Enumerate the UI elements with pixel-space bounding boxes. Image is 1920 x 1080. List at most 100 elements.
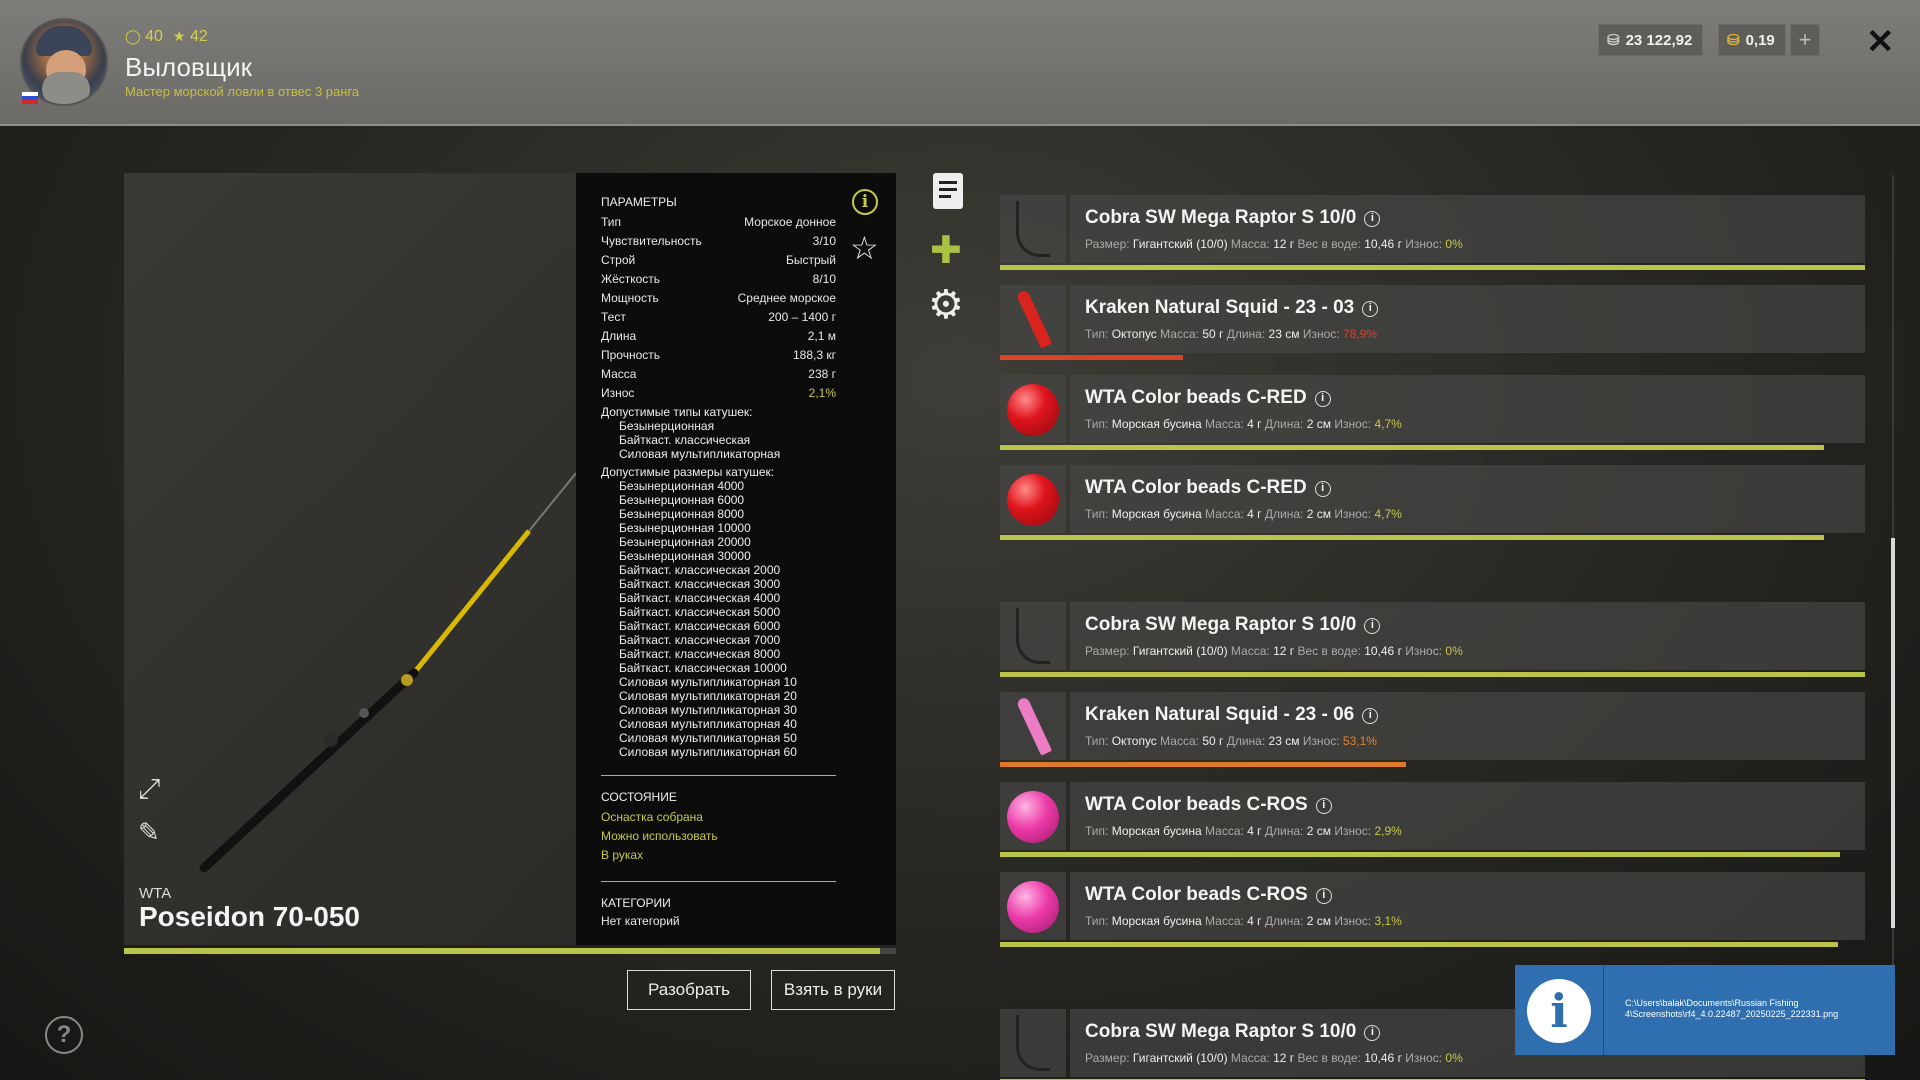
gold-value: 0,19	[1745, 31, 1775, 49]
gear-icon[interactable]: ⚙	[928, 282, 964, 328]
add-currency-button[interactable]: +	[1790, 24, 1820, 56]
meta-label: Масса:	[1205, 507, 1244, 521]
tackle-item[interactable]: Kraken Natural Squid - 23 - 06 i Тип: Окто…	[1000, 692, 1865, 767]
meta-value: Морская бусина	[1111, 824, 1202, 838]
tackle-name-text: Kraken Natural Squid - 23 - 03	[1085, 297, 1355, 318]
favorite-star-icon[interactable]: ☆	[850, 229, 879, 267]
meta-label: Масса:	[1230, 1051, 1270, 1065]
param-key: Мощность	[601, 291, 659, 305]
meta-label: Вес в воде:	[1297, 644, 1361, 658]
tackle-body: WTA Color beads C-ROS i Тип: Морская бусин…	[1070, 872, 1865, 940]
param-value: 188,3 кг	[793, 348, 836, 362]
tackle-thumbnail	[1000, 782, 1066, 850]
meta-value: 2 см	[1306, 507, 1331, 521]
param-row: Мощность Среднее морское	[601, 289, 836, 308]
param-row: Строй Быстрый	[601, 251, 836, 270]
tackle-meta: Размер: Гигантский (10/0) Масса: 12 г Ве…	[1085, 237, 1463, 251]
rod-preview[interactable]: ⤢ ✎ WTA Poseidon 70-050	[124, 173, 576, 945]
take-in-hands-button[interactable]: Взять в руки	[771, 970, 895, 1010]
meta-label: Длина:	[1264, 914, 1304, 928]
meta-label: Износ:	[1334, 507, 1372, 521]
puzzle-icon[interactable]: ✚	[930, 228, 962, 273]
meta-value: Октопус	[1111, 734, 1157, 748]
meta-label: Длина:	[1226, 734, 1266, 748]
info-icon[interactable]: i	[1362, 708, 1379, 724]
tackle-item[interactable]: Kraken Natural Squid - 23 - 03 i Тип: Окто…	[1000, 285, 1865, 360]
param-value: 2,1 м	[807, 329, 836, 343]
rod-image	[199, 472, 576, 873]
reel-sizes-list: Безынерционная 4000 Безынерционная 6000 Бе…	[601, 479, 872, 759]
info-icon[interactable]: i	[1314, 391, 1331, 407]
info-icon[interactable]: i	[1315, 798, 1332, 814]
info-icon[interactable]: i	[1364, 211, 1381, 227]
list-item: Безынерционная 6000	[619, 493, 745, 507]
tackle-name: Cobra SW Mega Raptor S 10/0 i	[1085, 207, 1381, 229]
list-item: Байткаст. классическая 7000	[619, 633, 781, 647]
silver-value: 23 122,92	[1625, 31, 1693, 49]
reel-sizes-title: Допустимые размеры катушек:	[601, 465, 775, 479]
edit-icon[interactable]: ✎	[138, 817, 168, 847]
tackle-body: Cobra SW Mega Raptor S 10/0 i Размер: Гига…	[1070, 602, 1865, 670]
tackle-list[interactable]: Cobra SW Mega Raptor S 10/0 i Размер: Гига…	[1000, 195, 1870, 1080]
tackle-thumbnail	[1000, 375, 1066, 443]
wear-value: 0%	[1445, 1051, 1463, 1065]
list-item: Силовая мультипликаторная	[619, 447, 781, 461]
meta-label: Износ:	[1302, 327, 1340, 341]
tackle-item[interactable]: WTA Color beads C-ROS i Тип: Морская бусин…	[1000, 872, 1865, 947]
meta-value: Морская бусина	[1111, 507, 1202, 521]
screenshot-notification[interactable]: i C:\Users\balak\Documents\Russian Fishi…	[1515, 965, 1895, 1055]
tackle-thumbnail	[1000, 465, 1066, 533]
meta-label: Масса:	[1230, 237, 1270, 251]
info-icon[interactable]: i	[1315, 888, 1332, 904]
dismantle-button[interactable]: Разобрать	[627, 970, 751, 1010]
reel-types-list: Безынерционная Байткаст. классическая Сило…	[601, 419, 872, 461]
scrollbar-thumb[interactable]	[1891, 538, 1895, 928]
list-item: Силовая мультипликаторная 30	[619, 703, 797, 717]
meta-label: Масса:	[1205, 824, 1244, 838]
meta-value: 2 см	[1306, 824, 1331, 838]
info-icon[interactable]: i	[1364, 618, 1381, 634]
tackle-name-text: WTA Color beads C-RED	[1085, 387, 1307, 408]
meta-label: Износ:	[1334, 824, 1372, 838]
list-item: Безынерционная	[619, 419, 715, 433]
list-item: Байткаст. классическая 5000	[619, 605, 781, 619]
tackle-body: WTA Color beads C-ROS i Тип: Морская бусин…	[1070, 782, 1865, 850]
param-row: Длина 2,1 м	[601, 327, 836, 346]
document-icon[interactable]	[933, 173, 963, 209]
silver-balance: ⛁ 23 122,92	[1598, 24, 1703, 56]
list-item: Безынерционная 30000	[619, 549, 751, 563]
tackle-meta: Размер: Гигантский (10/0) Масса: 12 г Ве…	[1085, 1051, 1463, 1065]
tackle-item[interactable]: WTA Color beads C-ROS i Тип: Морская бусин…	[1000, 782, 1865, 857]
tackle-meta: Тип: Октопус Масса: 50 г Длина: 23 см Из…	[1085, 327, 1377, 341]
info-icon[interactable]: i	[1364, 1025, 1381, 1041]
bead-icon	[1007, 474, 1059, 526]
meta-label: Износ:	[1405, 1051, 1443, 1065]
tackle-item[interactable]: Cobra SW Mega Raptor S 10/0 i Размер: Гига…	[1000, 602, 1865, 677]
tackle-item[interactable]: Cobra SW Mega Raptor S 10/0 i Размер: Гига…	[1000, 195, 1865, 270]
close-button[interactable]: ✕	[1866, 22, 1895, 62]
top-bar: ◯ 40 ★ 42 Выловщик Мастер морской ловли …	[0, 0, 1920, 126]
meta-label: Масса:	[1205, 417, 1244, 431]
param-row: Чувствительность 3/10	[601, 232, 836, 251]
meta-value: 10,46 г	[1364, 1051, 1402, 1065]
tackle-item[interactable]: WTA Color beads C-RED i Тип: Морская бусин…	[1000, 465, 1865, 540]
tackle-thumbnail	[1000, 285, 1066, 353]
info-icon[interactable]: i	[1362, 301, 1379, 317]
durability-bar	[1000, 535, 1825, 540]
tackle-name-text: Cobra SW Mega Raptor S 10/0	[1085, 1021, 1357, 1042]
state-list: Оснастка собрана Можно использовать В рука…	[601, 808, 872, 865]
expand-icon[interactable]: ⤢	[138, 773, 168, 804]
meta-value: 50 г	[1202, 734, 1224, 748]
list-item: Байткаст. классическая 6000	[619, 619, 781, 633]
meta-value: 12 г	[1273, 1051, 1295, 1065]
info-icon[interactable]: i	[1314, 481, 1331, 497]
help-icon[interactable]: ?	[45, 1016, 83, 1054]
tackle-item[interactable]: WTA Color beads C-RED i Тип: Морская бусин…	[1000, 375, 1865, 450]
param-value: 8/10	[812, 272, 836, 286]
info-icon[interactable]: i	[852, 189, 878, 215]
reel-sizes: Допустимые размеры катушек: Безынерционн…	[601, 465, 872, 759]
wear-value: 0%	[1445, 237, 1463, 251]
tackle-body: Kraken Natural Squid - 23 - 06 i Тип: Окто…	[1070, 692, 1865, 760]
durability-bar	[1000, 445, 1825, 450]
wear-value: 78,9%	[1342, 327, 1377, 341]
